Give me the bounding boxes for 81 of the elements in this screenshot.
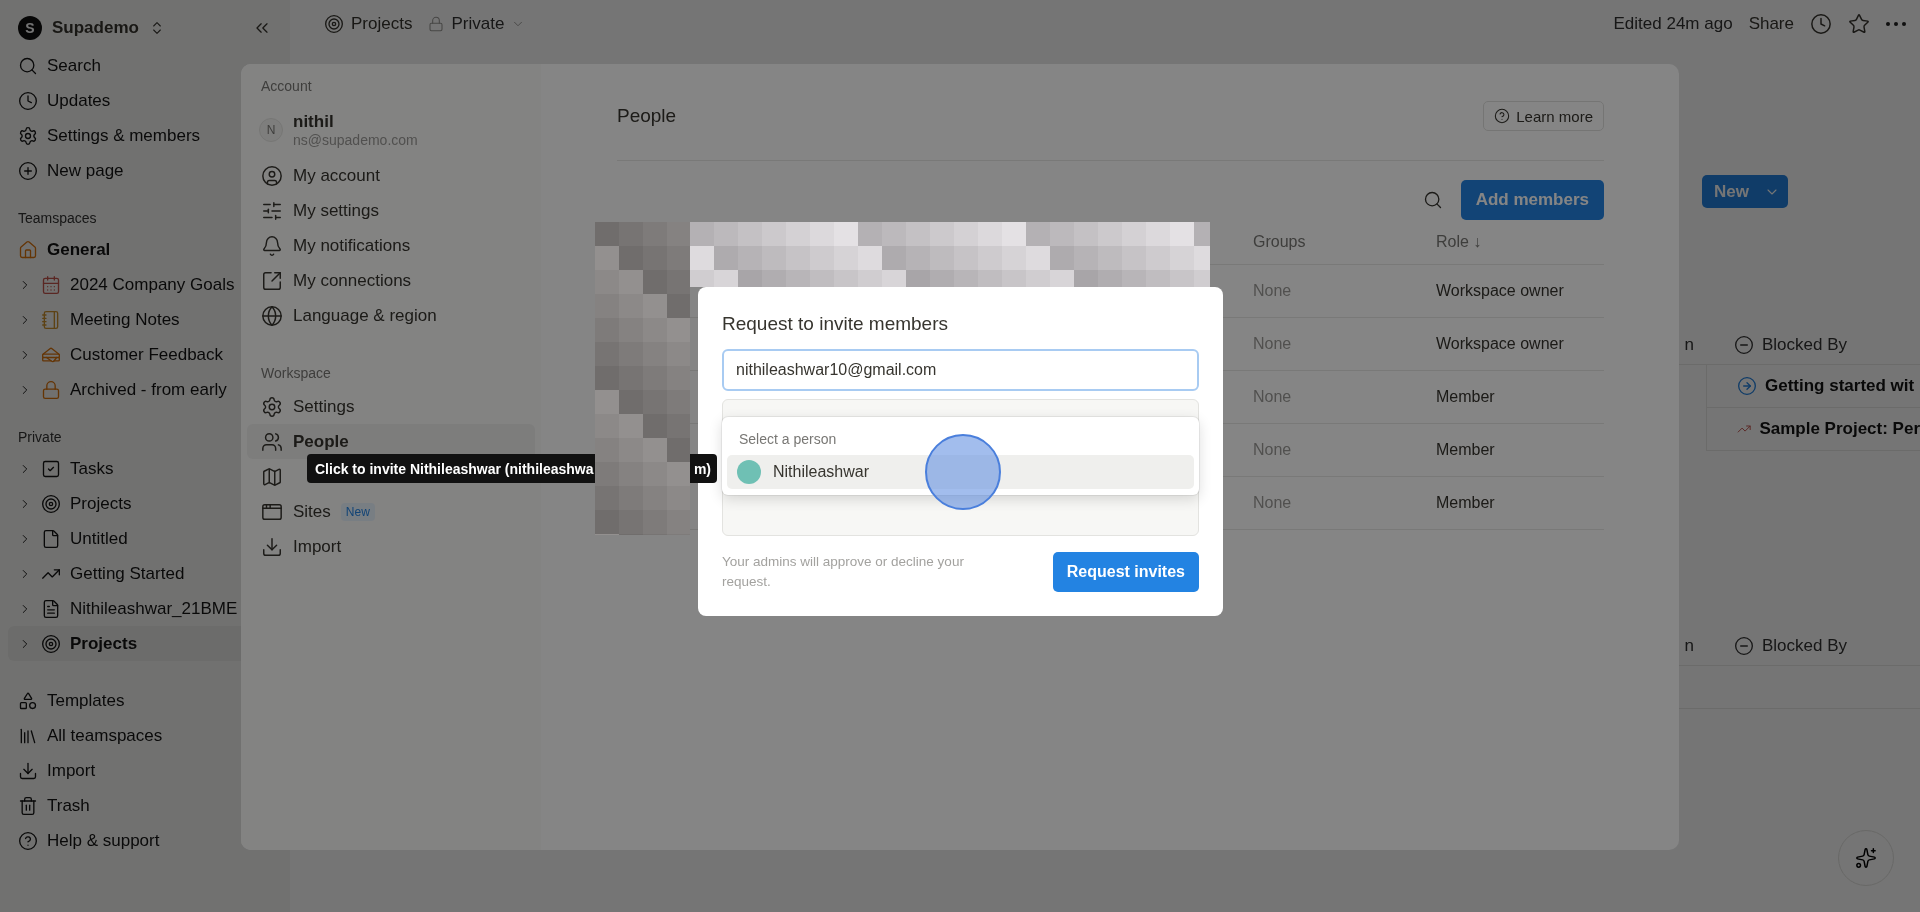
person-option[interactable]: Nithileashwar bbox=[727, 455, 1194, 489]
clock-icon bbox=[18, 90, 38, 111]
target-icon bbox=[41, 633, 61, 654]
user-name: nithil bbox=[293, 112, 335, 132]
settings-nav-item[interactable]: My settings bbox=[247, 193, 535, 228]
column-header: n bbox=[1683, 635, 1694, 656]
section-label: Teamspaces bbox=[17, 210, 98, 226]
approval-note: Your admins will approve or decline your request. bbox=[722, 553, 965, 591]
column-header: Blocked By bbox=[1734, 334, 1848, 355]
checkbox-icon bbox=[41, 458, 61, 479]
help-icon bbox=[1494, 108, 1511, 124]
star-icon bbox=[1848, 13, 1870, 35]
page-title: People bbox=[617, 105, 677, 127]
workspace-name[interactable]: Supademo bbox=[52, 18, 139, 38]
settings-icon bbox=[261, 395, 283, 418]
blocked-icon bbox=[1734, 635, 1754, 656]
target-icon bbox=[324, 14, 344, 34]
learn-more-button[interactable]: Learn more bbox=[1483, 101, 1604, 131]
search-icon bbox=[18, 55, 38, 76]
column-header[interactable]: Role ↓ bbox=[1436, 233, 1604, 251]
calendar-icon bbox=[41, 274, 61, 295]
share-link[interactable]: Share bbox=[1748, 14, 1794, 34]
house-icon bbox=[18, 239, 38, 260]
people-icon bbox=[261, 430, 283, 453]
column-header[interactable]: Groups bbox=[1253, 233, 1436, 251]
sidebar-item[interactable]: Help & support bbox=[8, 823, 282, 858]
lock-icon bbox=[41, 379, 61, 400]
user-avatar: N bbox=[259, 118, 283, 142]
column-header: Blocked By bbox=[1734, 635, 1848, 656]
map-icon bbox=[261, 465, 283, 488]
table-cell-text: Workspace owner bbox=[1436, 335, 1565, 353]
download-icon bbox=[261, 535, 283, 558]
sparkle-icon bbox=[1855, 847, 1877, 869]
shapes-icon bbox=[18, 690, 38, 711]
table-cell-text: Member bbox=[1436, 494, 1496, 512]
link-out-icon bbox=[261, 269, 283, 292]
sidebar-item[interactable]: Import bbox=[8, 753, 282, 788]
relation-cell[interactable]: Getting started wit bbox=[1706, 365, 1920, 408]
tooltip-text: Click to invite Nithileashwar (nithileashwa bbox=[315, 460, 594, 477]
bell-icon bbox=[261, 234, 283, 257]
sidebar-item[interactable]: Templates bbox=[8, 683, 282, 718]
sidebar-item[interactable]: Trash bbox=[8, 788, 282, 823]
tooltip-text: m) bbox=[693, 460, 711, 477]
table-cell-text: Member bbox=[1436, 441, 1496, 459]
edited-time: Edited 24m ago bbox=[1613, 14, 1733, 34]
sidebar-item[interactable]: All teamspaces bbox=[8, 718, 282, 753]
workspace-avatar: S bbox=[18, 16, 42, 40]
plus-icon bbox=[18, 160, 38, 181]
menu-label: Select a person bbox=[738, 430, 838, 449]
target-icon bbox=[41, 493, 61, 514]
new-badge: New bbox=[340, 502, 375, 521]
section-label: Workspace bbox=[260, 365, 332, 381]
trash-icon bbox=[18, 795, 38, 816]
notebook-icon bbox=[41, 309, 61, 330]
globe-icon bbox=[261, 304, 283, 327]
blocked-icon bbox=[1734, 334, 1754, 355]
visibility-menu[interactable]: Private bbox=[428, 14, 526, 34]
sidebar-item[interactable]: Nithileashwar_21BME bbox=[8, 591, 282, 626]
email-field[interactable]: nithileashwar10@gmail.com bbox=[722, 349, 1199, 391]
settings-icon bbox=[18, 125, 38, 146]
settings-nav-item[interactable]: Settings bbox=[247, 389, 535, 424]
request-invites-button[interactable]: Request invites bbox=[1052, 552, 1199, 592]
dialog-title: Request to invite members bbox=[722, 313, 949, 335]
lock-icon bbox=[428, 16, 445, 32]
new-button[interactable]: New bbox=[1702, 175, 1788, 208]
help-icon bbox=[18, 830, 38, 851]
table-cell-text: Member bbox=[1436, 388, 1496, 406]
download-icon bbox=[18, 760, 38, 781]
more-icon[interactable] bbox=[1886, 22, 1906, 26]
clock-icon bbox=[1810, 13, 1832, 35]
breadcrumb[interactable]: Projects bbox=[324, 14, 413, 34]
user-icon bbox=[261, 164, 283, 187]
relation-cell[interactable]: Sample Project: Per bbox=[1706, 408, 1920, 451]
sliders-icon bbox=[261, 199, 283, 222]
column-header: n bbox=[1683, 334, 1694, 355]
table-cell-text: Workspace owner bbox=[1436, 282, 1565, 300]
add-members-button[interactable]: Add members bbox=[1460, 180, 1604, 220]
file-icon bbox=[41, 528, 61, 549]
search-icon bbox=[1422, 190, 1443, 210]
document-icon bbox=[41, 598, 61, 619]
section-label: Private bbox=[17, 429, 63, 445]
